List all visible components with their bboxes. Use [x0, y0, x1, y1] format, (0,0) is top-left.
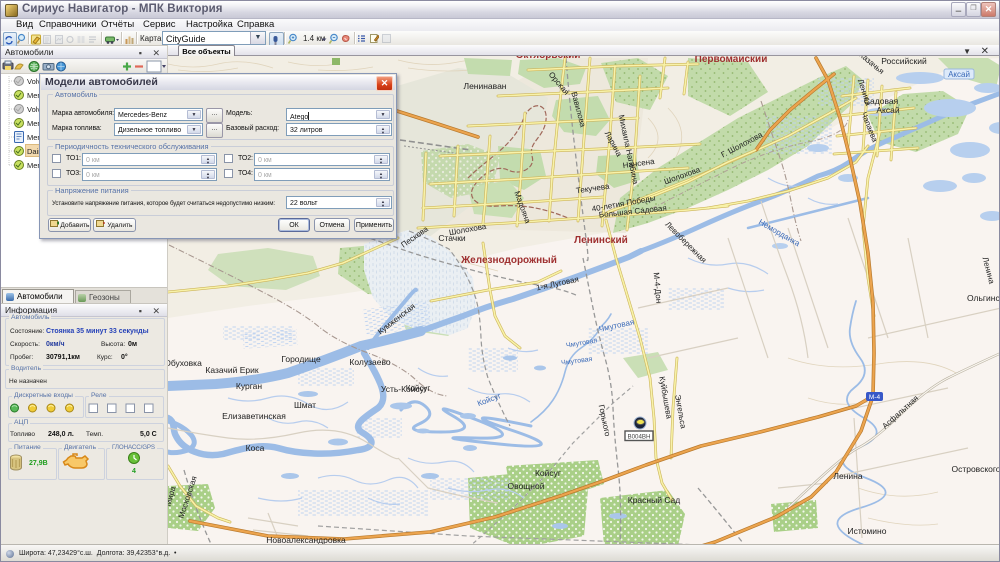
svg-text:В004ВН: В004ВН [627, 434, 650, 441]
svg-text:Ленинаван: Ленинаван [463, 81, 506, 91]
svg-text:Первомайский: Первомайский [695, 56, 768, 65]
svg-text:Ольгинская: Ольгинская [967, 293, 1000, 303]
svg-text:Койсуг: Койсуг [406, 384, 431, 393]
svg-text:Колузаево: Колузаево [349, 357, 390, 367]
svg-text:Елизаветинская: Елизаветинская [222, 411, 286, 421]
svg-text:Овощной: Овощной [508, 481, 545, 491]
svg-text:Аксай: Аксай [876, 105, 899, 115]
svg-text:Обуховка: Обуховка [168, 358, 202, 368]
svg-text:Казачий Ерик: Казачий Ерик [205, 365, 258, 375]
svg-text:Городище: Городище [281, 354, 321, 364]
svg-text:Красный Сад: Красный Сад [628, 495, 681, 505]
svg-text:Курган: Курган [236, 381, 262, 391]
svg-text:Аксай: Аксай [948, 70, 970, 79]
svg-text:Октябрьский: Октябрьский [516, 56, 581, 61]
svg-text:Шмат: Шмат [294, 400, 316, 410]
svg-text:Островского: Островского [951, 464, 1000, 474]
svg-text:Коса: Коса [246, 443, 265, 453]
svg-text:Ленинский: Ленинский [574, 235, 628, 246]
svg-text:Истомино: Истомино [848, 526, 887, 536]
svg-text:Железнодорожный: Железнодорожный [460, 255, 557, 266]
svg-text:М-4: М-4 [869, 394, 881, 401]
svg-text:Койсуг: Койсуг [535, 468, 561, 478]
svg-text:Ленина: Ленина [833, 471, 862, 481]
svg-text:Российский: Российский [881, 56, 927, 66]
